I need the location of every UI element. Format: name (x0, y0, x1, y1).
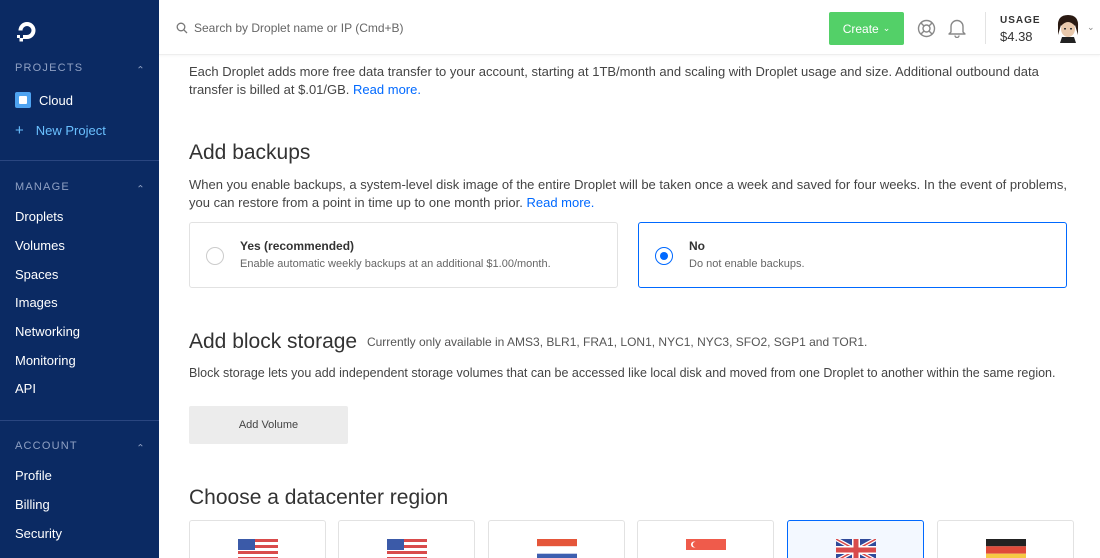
uk-flag-icon (836, 539, 876, 558)
search-icon (176, 22, 188, 34)
region-card[interactable] (189, 520, 326, 558)
sidebar-divider (0, 420, 159, 421)
backups-paragraph: When you enable backups, a system-level … (189, 176, 1079, 212)
read-more-link[interactable]: Read more. (353, 82, 421, 97)
block-storage-heading: Add block storage Currently only availab… (189, 330, 867, 354)
chevron-down-icon[interactable]: ⌄ (1087, 22, 1095, 33)
datacenter-title: Choose a datacenter region (189, 486, 449, 509)
plus-icon: + (15, 122, 24, 139)
read-more-link[interactable]: Read more. (526, 195, 594, 210)
sg-flag-icon (686, 539, 726, 558)
nl-flag-icon (537, 539, 577, 558)
sidebar-item-security[interactable]: Security (15, 526, 62, 541)
manage-header-label: MANAGE (15, 181, 70, 193)
sidebar-item-volumes[interactable]: Volumes (15, 238, 65, 253)
create-button-label: Create (842, 21, 879, 36)
manage-section-header[interactable]: MANAGE ⌄ (15, 181, 145, 193)
region-card[interactable] (338, 520, 475, 558)
region-card[interactable] (637, 520, 774, 558)
search-input[interactable]: Search by Droplet name or IP (Cmd+B) (194, 21, 404, 35)
sidebar-item-profile[interactable]: Profile (15, 468, 52, 483)
backups-title: Add backups (189, 141, 311, 164)
backups-text: When you enable backups, a system-level … (189, 177, 1067, 210)
us-flag-icon (387, 539, 427, 558)
project-square-icon (15, 92, 31, 108)
chevron-up-icon[interactable]: ⌄ (135, 63, 145, 74)
region-card-selected[interactable] (787, 520, 924, 558)
sidebar-item-label: New Project (35, 123, 106, 138)
block-storage-availability: Currently only available in AMS3, BLR1, … (366, 335, 868, 349)
sidebar-item-billing[interactable]: Billing (15, 497, 50, 512)
us-flag-icon (238, 539, 278, 558)
chevron-up-icon[interactable]: ⌄ (135, 441, 145, 452)
radio-button-selected[interactable] (655, 247, 673, 265)
search-box[interactable]: Search by Droplet name or IP (Cmd+B) (176, 21, 404, 35)
sidebar-divider (0, 160, 159, 161)
option-description: Do not enable backups. (689, 258, 805, 270)
topbar-separator (985, 12, 986, 44)
radio-button[interactable] (206, 247, 224, 265)
digitalocean-logo-icon[interactable] (14, 18, 40, 44)
option-title: Yes (recommended) (240, 239, 355, 253)
help-lifebuoy-icon[interactable] (917, 19, 936, 38)
de-flag-icon (986, 539, 1026, 558)
sidebar-item-new-project[interactable]: + New Project (15, 122, 106, 139)
top-bar: Search by Droplet name or IP (Cmd+B) Cre… (159, 0, 1100, 55)
usage-value[interactable]: $4.38 (1000, 29, 1033, 44)
sidebar-item-networking[interactable]: Networking (15, 324, 80, 339)
chevron-down-icon: ⌄ (882, 23, 891, 33)
backup-option-no[interactable]: No Do not enable backups. (638, 222, 1067, 288)
backup-option-yes[interactable]: Yes (recommended) Enable automatic weekl… (189, 222, 618, 288)
data-transfer-paragraph: Each Droplet adds more free data transfe… (189, 63, 1079, 99)
data-transfer-text: Each Droplet adds more free data transfe… (189, 64, 1039, 97)
sidebar-item-api[interactable]: API (15, 381, 36, 396)
projects-section-header[interactable]: PROJECTS ⌄ (15, 62, 145, 74)
projects-header-label: PROJECTS (15, 62, 84, 74)
block-storage-text: Block storage lets you add independent s… (189, 366, 1056, 380)
sidebar-item-droplets[interactable]: Droplets (15, 209, 63, 224)
bell-icon[interactable] (948, 18, 966, 38)
sidebar: PROJECTS ⌄ Cloud + New Project MANAGE ⌄ … (0, 0, 159, 558)
account-section-header[interactable]: ACCOUNT ⌄ (15, 440, 145, 452)
create-button[interactable]: Create ⌄ (829, 12, 904, 45)
option-description: Enable automatic weekly backups at an ad… (240, 258, 551, 270)
account-header-label: ACCOUNT (15, 440, 78, 452)
sidebar-item-cloud-project[interactable]: Cloud (15, 92, 73, 108)
block-storage-title: Add block storage (189, 330, 358, 353)
chevron-up-icon[interactable]: ⌄ (135, 182, 145, 193)
option-title: No (689, 239, 705, 253)
add-volume-button[interactable]: Add Volume (189, 406, 348, 444)
sidebar-item-images[interactable]: Images (15, 295, 58, 310)
sidebar-item-monitoring[interactable]: Monitoring (15, 353, 76, 368)
main-content: Each Droplet adds more free data transfe… (159, 55, 1100, 558)
region-card[interactable] (488, 520, 625, 558)
sidebar-item-spaces[interactable]: Spaces (15, 267, 58, 282)
usage-label: USAGE (1000, 15, 1041, 26)
avatar[interactable] (1056, 13, 1080, 43)
region-card[interactable] (937, 520, 1074, 558)
sidebar-item-label: Cloud (39, 92, 73, 108)
